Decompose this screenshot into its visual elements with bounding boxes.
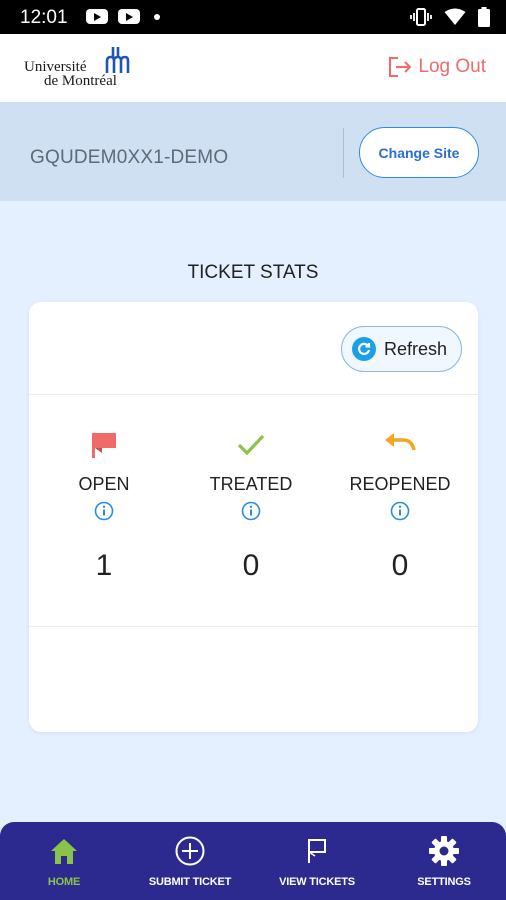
wifi-icon bbox=[444, 8, 466, 25]
nav-settings-label: SETTINGS bbox=[417, 876, 471, 888]
home-icon bbox=[8, 834, 120, 868]
status-time: 12:01 bbox=[20, 7, 68, 28]
system-icons bbox=[410, 7, 490, 27]
more-notifications-icon bbox=[154, 13, 160, 20]
gear-icon bbox=[388, 834, 500, 868]
nav-settings[interactable]: SETTINGS bbox=[388, 822, 500, 900]
nav-submit-ticket[interactable]: SUBMIT TICKET bbox=[134, 822, 246, 900]
info-icon[interactable] bbox=[29, 501, 179, 521]
site-bar: GQUDEM0XX1-DEMO Change Site bbox=[0, 102, 506, 201]
ticket-stats-card: Refresh OPEN 1 TREATED 0 REOPENED 0 bbox=[29, 302, 478, 732]
stat-open-label: OPEN bbox=[78, 474, 130, 494]
app-header: Université de Montréal Log Out bbox=[0, 34, 506, 102]
logout-icon bbox=[389, 57, 412, 77]
site-name: GQUDEM0XX1-DEMO bbox=[30, 147, 229, 168]
stat-treated-value: 0 bbox=[242, 549, 260, 582]
nav-submit-ticket-label: SUBMIT TICKET bbox=[148, 876, 232, 888]
stat-treated: TREATED 0 bbox=[176, 430, 326, 583]
youtube-notification-icon bbox=[118, 9, 140, 24]
nav-view-tickets[interactable]: VIEW TICKETS bbox=[261, 822, 373, 900]
notification-icons bbox=[86, 9, 160, 24]
stat-reopened: REOPENED 0 bbox=[325, 430, 475, 583]
info-icon[interactable] bbox=[325, 501, 475, 521]
universite-de-montreal-logo: Université de Montréal bbox=[24, 46, 134, 92]
flag-icon bbox=[29, 430, 179, 460]
refresh-label: Refresh bbox=[384, 338, 448, 359]
info-icon[interactable] bbox=[176, 501, 326, 521]
logout-label: Log Out bbox=[418, 56, 486, 77]
stat-open: OPEN 1 bbox=[29, 430, 179, 583]
status-bar: 12:01 bbox=[0, 0, 506, 34]
card-divider bbox=[29, 394, 478, 395]
nav-home[interactable]: HOME bbox=[8, 822, 120, 900]
battery-icon bbox=[478, 7, 490, 27]
change-site-label: Change Site bbox=[378, 144, 460, 161]
stat-reopened-value: 0 bbox=[391, 549, 409, 582]
flag-outline-icon bbox=[261, 834, 373, 868]
change-site-button[interactable]: Change Site bbox=[359, 127, 479, 178]
ticket-stats-title: TICKET STATS bbox=[187, 262, 319, 283]
nav-view-tickets-label: VIEW TICKETS bbox=[279, 876, 355, 888]
logo-mark-icon bbox=[105, 47, 130, 73]
plus-circle-icon bbox=[134, 834, 246, 868]
card-divider bbox=[29, 626, 478, 627]
refresh-icon bbox=[352, 337, 376, 361]
nav-home-label: HOME bbox=[47, 876, 81, 888]
logout-button[interactable]: Log Out bbox=[388, 56, 486, 78]
stat-open-value: 1 bbox=[95, 549, 113, 582]
bottom-navigation: HOME SUBMIT TICKET VIEW TICKETS SETTINGS bbox=[0, 822, 506, 900]
refresh-button[interactable]: Refresh bbox=[341, 326, 462, 372]
undo-icon bbox=[325, 430, 475, 460]
check-icon bbox=[176, 430, 326, 460]
stat-reopened-label: REOPENED bbox=[349, 474, 451, 494]
youtube-notification-icon bbox=[86, 9, 108, 24]
vibrate-icon bbox=[410, 8, 432, 26]
site-divider bbox=[343, 128, 344, 178]
stat-treated-label: TREATED bbox=[209, 474, 293, 494]
logo-text-line2: de Montréal bbox=[44, 73, 117, 89]
